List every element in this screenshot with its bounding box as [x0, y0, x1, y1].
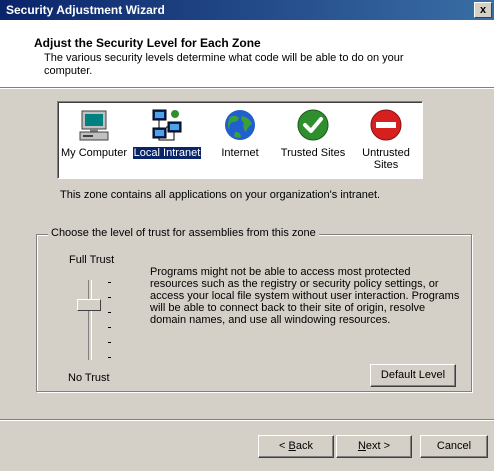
slider-tick: [108, 342, 111, 343]
slider-thumb[interactable]: [77, 299, 101, 311]
header-divider: [0, 87, 494, 89]
next-button[interactable]: Next >: [336, 435, 412, 458]
footer-divider: [0, 419, 494, 421]
check-icon: [295, 108, 331, 144]
trust-group-legend: Choose the level of trust for assemblies…: [48, 227, 319, 239]
slider-tick: [108, 357, 111, 358]
zone-my-computer[interactable]: My Computer: [58, 108, 130, 159]
zone-label: Trusted Sites: [280, 147, 346, 159]
zone-label: Internet: [221, 147, 259, 159]
slider-tick: [108, 282, 111, 283]
zone-untrusted-sites[interactable]: Untrusted Sites: [350, 108, 422, 171]
zone-label: Untrusted Sites: [362, 147, 410, 171]
wizard-header: Adjust the Security Level for Each Zone …: [0, 20, 494, 87]
slider-tick: [108, 297, 111, 298]
zone-local-intranet[interactable]: Local Intranet: [131, 108, 203, 160]
computer-icon: [76, 108, 112, 144]
title-bar: Security Adjustment Wizard x: [0, 0, 494, 20]
intranet-icon: [149, 108, 185, 144]
zone-description: This zone contains all applications on y…: [60, 189, 381, 201]
close-icon[interactable]: x: [474, 2, 492, 18]
slider-track: [88, 280, 92, 360]
page-subtitle: The various security levels determine wh…: [44, 52, 404, 77]
zone-label: Local Intranet: [131, 146, 203, 160]
back-prefix: <: [279, 440, 289, 452]
zone-internet[interactable]: Internet: [204, 108, 276, 159]
slider-tick: [108, 327, 111, 328]
default-level-button[interactable]: Default Level: [370, 364, 456, 387]
wizard-window: Security Adjustment Wizard x Adjust the …: [0, 0, 494, 471]
page-title: Adjust the Security Level for Each Zone: [34, 36, 261, 50]
slider-tick: [108, 312, 111, 313]
trust-description: Programs might not be able to access mos…: [150, 266, 460, 326]
window-title: Security Adjustment Wizard: [6, 3, 165, 17]
zone-trusted-sites[interactable]: Trusted Sites: [277, 108, 349, 159]
globe-icon: [222, 108, 258, 144]
trust-slider[interactable]: [70, 276, 130, 366]
no-entry-icon: [368, 108, 404, 144]
back-button[interactable]: < Back: [258, 435, 334, 458]
back-accel: B: [288, 440, 296, 452]
zone-label: My Computer: [60, 147, 128, 159]
next-rest: ext >: [365, 440, 391, 452]
full-trust-label: Full Trust: [69, 254, 115, 266]
cancel-button[interactable]: Cancel: [420, 435, 488, 458]
back-rest: ack: [295, 440, 313, 452]
zone-list: My Computer Local Intranet Internet Trus…: [57, 101, 423, 179]
no-trust-label: No Trust: [68, 372, 110, 384]
next-accel: N: [357, 440, 366, 452]
